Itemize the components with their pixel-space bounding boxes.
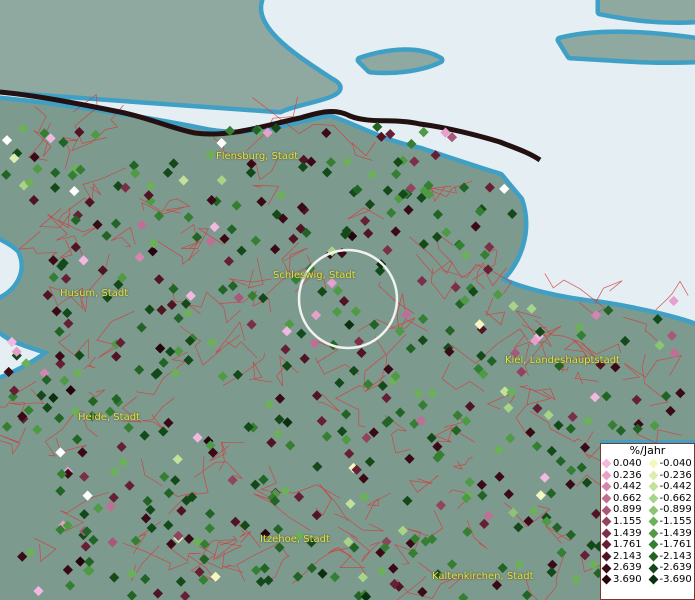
legend-value: -1.761 <box>659 539 692 551</box>
legend-swatch <box>601 505 612 516</box>
city-label-heide: Heide, Stadt <box>78 412 140 423</box>
legend-row: 0.662 -0.662 <box>601 493 694 505</box>
legend-row: 1.155 -1.155 <box>601 516 694 528</box>
legend-row: 0.899 -0.899 <box>601 504 694 516</box>
city-label-itzehoe: Itzehoe, Stadt <box>260 534 330 545</box>
legend-entry: 0.236 <box>601 470 648 482</box>
legend-swatch <box>648 470 658 481</box>
legend-swatch <box>648 505 658 516</box>
legend-swatch <box>648 574 658 585</box>
legend-entry: -0.899 <box>648 504 695 516</box>
legend-title: %/Jahr <box>629 444 666 457</box>
legend-entry: -1.761 <box>648 539 695 551</box>
legend-value: 0.662 <box>613 492 642 504</box>
legend-value: 3.690 <box>613 573 642 585</box>
legend-value: -0.899 <box>659 504 692 516</box>
legend-swatch <box>648 458 658 469</box>
legend-row: 0.040 -0.040 <box>601 458 694 470</box>
legend-value: -0.662 <box>659 492 692 504</box>
city-label-flensburg: Flensburg, Stadt <box>216 151 299 162</box>
legend-value: -2.143 <box>659 550 692 562</box>
legend-swatch <box>601 528 612 539</box>
legend-entry: -1.439 <box>648 528 695 540</box>
legend-value: 1.761 <box>613 539 642 551</box>
legend-entry: 3.690 <box>601 574 648 586</box>
legend-row: 2.143 -2.143 <box>601 551 694 563</box>
legend-swatch <box>601 551 612 562</box>
legend-entry: -0.442 <box>648 481 695 493</box>
legend-swatch <box>648 563 658 574</box>
legend-row: 0.442 -0.442 <box>601 481 694 493</box>
legend-value: -2.639 <box>659 562 692 574</box>
legend-value: 0.040 <box>613 458 642 469</box>
land-area <box>560 33 695 61</box>
legend-entry: 0.899 <box>601 504 648 516</box>
legend-value: 0.442 <box>613 481 642 493</box>
legend-entry: -2.143 <box>648 551 695 563</box>
legend-swatch <box>648 528 658 539</box>
legend-swatch <box>601 563 612 574</box>
legend-entry: 0.662 <box>601 493 648 505</box>
city-label-kaltenkirchen: Kaltenkirchen, Stadt <box>432 571 534 582</box>
legend-value: 1.155 <box>613 515 642 527</box>
legend-swatch <box>648 493 658 504</box>
legend-row: 0.236 -0.236 <box>601 470 694 482</box>
legend-rows: 0.040 -0.040 0.236 -0.236 0.442 -0.442 0.662 -0… <box>601 458 694 586</box>
legend-swatch <box>648 540 658 550</box>
legend-entry: 1.155 <box>601 516 648 528</box>
legend-entry: -0.236 <box>648 470 695 482</box>
city-label-schleswig: Schleswig, Stadt <box>273 270 356 281</box>
map-layer <box>0 0 695 600</box>
city-label-husum: Husum, Stadt <box>60 288 129 299</box>
legend-value: -0.236 <box>659 469 692 481</box>
legend-entry: 2.143 <box>601 551 648 563</box>
legend-entry: 0.442 <box>601 481 648 493</box>
legend-value: 2.639 <box>613 562 642 574</box>
legend-entry: -3.690 <box>648 574 695 586</box>
legend-value: 0.236 <box>613 469 642 481</box>
legend-value: -1.439 <box>659 527 692 539</box>
legend-box: %/Jahr 0.040 -0.040 0.236 -0.236 0.442 -0.442… <box>600 443 695 600</box>
legend-swatch <box>601 574 612 585</box>
legend-row: 1.761 -1.761 <box>601 539 694 551</box>
legend-value: 2.143 <box>613 550 642 562</box>
legend-row: 1.439 -1.439 <box>601 528 694 540</box>
city-label-kiel: Kiel, Landeshauptstadt <box>505 355 620 366</box>
legend-entry: -2.639 <box>648 562 695 574</box>
legend-value: -1.155 <box>659 515 692 527</box>
legend-swatch <box>601 516 612 527</box>
legend-swatch <box>648 551 658 562</box>
legend-value: 0.899 <box>613 504 642 516</box>
legend-entry: -1.155 <box>648 516 695 528</box>
legend-row: 3.690 -3.690 <box>601 574 694 586</box>
legend-entry: 1.761 <box>601 539 648 551</box>
legend-entry: -0.662 <box>648 493 695 505</box>
legend-value: -0.442 <box>659 481 692 493</box>
legend-swatch <box>601 470 612 481</box>
legend-swatch <box>601 482 612 492</box>
legend-swatch <box>648 482 658 492</box>
legend-value: 1.439 <box>613 527 642 539</box>
legend-entry: 2.639 <box>601 562 648 574</box>
legend-row: 2.639 -2.639 <box>601 562 694 574</box>
legend-swatch <box>601 493 612 504</box>
legend-swatch <box>601 458 612 469</box>
legend-swatch <box>601 540 612 550</box>
legend-entry: -0.040 <box>648 458 695 470</box>
legend-value: -0.040 <box>659 458 692 469</box>
legend-entry: 1.439 <box>601 528 648 540</box>
legend-entry: 0.040 <box>601 458 648 470</box>
map-canvas[interactable]: Flensburg, Stadt Husum, Stadt Schleswig,… <box>0 0 695 600</box>
legend-swatch <box>648 516 658 527</box>
legend-value: -3.690 <box>659 573 692 585</box>
